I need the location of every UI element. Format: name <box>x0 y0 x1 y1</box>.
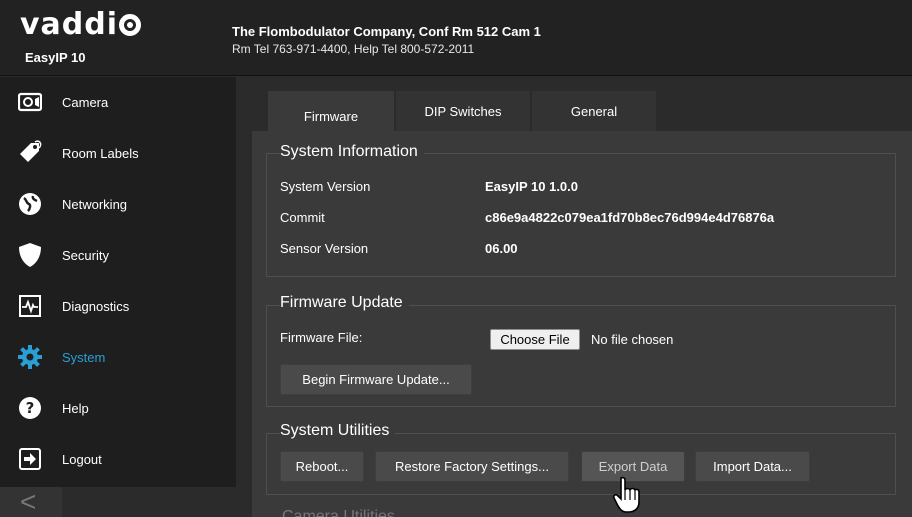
tab-firmware[interactable]: Firmware <box>268 91 394 135</box>
sidebar-item-label: Room Labels <box>62 145 139 161</box>
sidebar-item-networking[interactable]: Networking <box>0 179 236 229</box>
shield-icon <box>17 242 43 268</box>
tab-dip-switches[interactable]: DIP Switches <box>396 91 530 131</box>
globe-icon <box>17 191 43 217</box>
sidebar-item-logout[interactable]: Logout <box>0 434 236 484</box>
main-panel: Firmware DIP Switches General System Inf… <box>252 91 912 517</box>
sidebar-item-label: Logout <box>62 451 102 467</box>
sidebar-item-diagnostics[interactable]: Diagnostics <box>0 281 236 331</box>
commit-label: Commit <box>280 210 325 225</box>
device-model: EasyIP 10 <box>25 50 86 65</box>
sidebar-item-help[interactable]: ? Help <box>0 383 236 433</box>
commit-value: c86e9a4822c079ea1fd70b8ec76d994e4d76876a <box>485 210 775 225</box>
sidebar-item-label: Networking <box>62 196 128 212</box>
hand-pointer-cursor-icon <box>612 476 642 517</box>
file-status-text: No file chosen <box>591 332 674 347</box>
sidebar-item-label: Security <box>62 247 109 263</box>
svg-text:?: ? <box>26 399 35 417</box>
logo-text: vaddi <box>20 7 119 42</box>
tab-content: System Information System Version EasyIP… <box>252 131 912 517</box>
top-header: vaddi EasyIP 10 The Flombodulator Compan… <box>0 0 912 76</box>
tag-icon <box>17 140 43 166</box>
import-data-button[interactable]: Import Data... <box>695 451 810 482</box>
heartbeat-icon <box>17 293 43 319</box>
begin-firmware-update-button[interactable]: Begin Firmware Update... <box>280 364 472 395</box>
vaddio-logo: vaddi <box>20 7 142 42</box>
sidebar-nav: Camera Room Labels Networking Security D… <box>0 77 236 487</box>
firmware-update-legend: Firmware Update <box>280 294 409 312</box>
sidebar-footer-gap <box>62 487 236 517</box>
sidebar-item-label: Help <box>62 400 89 416</box>
collapse-sidebar-icon[interactable]: < <box>20 488 36 516</box>
sensor-version-value: 06.00 <box>485 241 518 256</box>
logo-o-mark <box>119 14 142 36</box>
help-icon: ? <box>17 395 43 421</box>
sidebar-item-label: Camera <box>62 94 109 110</box>
sidebar-item-label: Diagnostics <box>62 298 130 314</box>
phone-numbers: Rm Tel 763-971-4400, Help Tel 800-572-20… <box>232 42 475 56</box>
sensor-version-label: Sensor Version <box>280 241 369 256</box>
reboot-button[interactable]: Reboot... <box>280 451 364 482</box>
firmware-file-label: Firmware File: <box>280 330 363 345</box>
system-information-legend: System Information <box>280 143 424 161</box>
restore-factory-settings-button[interactable]: Restore Factory Settings... <box>375 451 569 482</box>
logout-icon <box>17 446 43 472</box>
system-version-label: System Version <box>280 179 371 194</box>
sidebar-item-security[interactable]: Security <box>0 230 236 280</box>
camera-icon <box>17 89 43 115</box>
sidebar-item-label: System <box>62 349 106 365</box>
camera-utilities-legend-partial: Camera Utilities <box>282 508 395 517</box>
sidebar-item-system[interactable]: System <box>0 332 236 382</box>
sidebar-item-room-labels[interactable]: Room Labels <box>0 128 236 178</box>
tab-general[interactable]: General <box>532 91 656 131</box>
gear-icon <box>17 344 43 370</box>
sidebar-item-camera[interactable]: Camera <box>0 77 236 127</box>
choose-file-button[interactable]: Choose File <box>490 329 580 350</box>
system-version-value: EasyIP 10 1.0.0 <box>485 179 579 194</box>
room-location: The Flombodulator Company, Conf Rm 512 C… <box>232 24 541 39</box>
system-utilities-legend: System Utilities <box>280 422 396 440</box>
